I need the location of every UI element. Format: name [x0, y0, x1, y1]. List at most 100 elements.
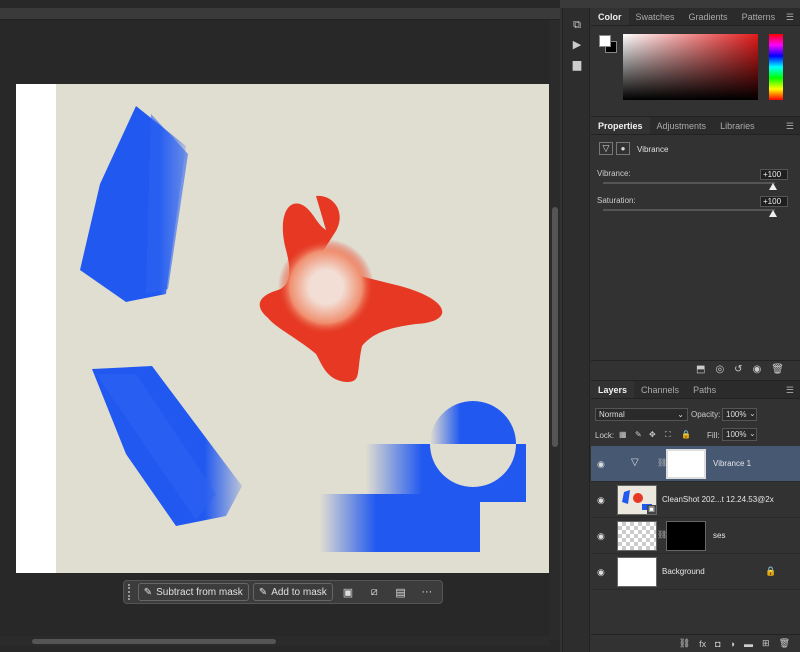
vibrance-slider-track[interactable]: [603, 182, 775, 184]
tab-layers[interactable]: Layers: [591, 381, 635, 398]
play-action-icon[interactable]: ▶: [570, 38, 584, 52]
eye-icon[interactable]: ◉: [597, 531, 605, 542]
eye-icon[interactable]: ◉: [597, 459, 605, 470]
hue-slider[interactable]: [769, 34, 783, 100]
opacity-value: 100%: [726, 410, 747, 419]
vibrance-row: Vibrance: +100: [597, 169, 788, 180]
layer-name[interactable]: Background: [662, 567, 705, 576]
layer-thumbnail[interactable]: [617, 557, 657, 587]
layer-mask-thumbnail[interactable]: [666, 521, 706, 551]
new-layer-icon[interactable]: ⊞: [762, 638, 770, 649]
tab-adjustments[interactable]: Adjustments: [650, 117, 714, 134]
drag-handle-icon[interactable]: [128, 584, 134, 600]
lock-image-icon[interactable]: ✎: [635, 430, 642, 439]
add-label: Add to mask: [271, 586, 327, 598]
tab-gradients[interactable]: Gradients: [682, 8, 735, 25]
layer-row-cleanshot[interactable]: ◉ ▣ CleanShot 202...t 12.24.53@2x: [591, 482, 800, 518]
mask-options-icon[interactable]: ▣: [337, 583, 359, 601]
layer-row-ses[interactable]: ◉ ⛓ ses: [591, 518, 800, 554]
eye-icon[interactable]: ◉: [597, 495, 605, 506]
mask-icon[interactable]: ●: [616, 142, 630, 155]
lock-position-icon[interactable]: ✥: [649, 430, 656, 439]
layer-row-background[interactable]: ◉ Background 🔒: [591, 554, 800, 590]
invert-mask-icon[interactable]: ⧄: [363, 583, 385, 601]
foreground-color-swatch[interactable]: [599, 35, 611, 47]
document-canvas[interactable]: [16, 84, 549, 573]
tab-properties[interactable]: Properties: [591, 117, 650, 134]
layer-name[interactable]: ses: [713, 531, 725, 540]
tab-color[interactable]: Color: [591, 8, 629, 25]
properties-footer: ⬒ ◎ ↺ ◉ 🗑: [591, 360, 800, 378]
saturation-value-input[interactable]: +100: [760, 196, 788, 207]
horizontal-scroll-thumb[interactable]: [32, 639, 276, 644]
panel-menu-icon[interactable]: ☰: [786, 12, 794, 23]
blue-half-circle: [430, 401, 516, 444]
vertical-scroll-thumb[interactable]: [552, 207, 558, 447]
adjustment-name: Vibrance: [637, 145, 669, 154]
visibility-icon[interactable]: ◉: [753, 364, 762, 375]
mask-settings-icon[interactable]: ▤: [389, 583, 411, 601]
subtract-from-mask-button[interactable]: ✎ Subtract from mask: [137, 583, 249, 601]
vibrance-slider-thumb[interactable]: [769, 183, 777, 190]
opacity-label: Opacity:: [691, 410, 721, 419]
adjustment-layer-icon[interactable]: ◑: [730, 639, 735, 649]
eye-icon[interactable]: ◉: [597, 567, 605, 578]
add-mask-icon[interactable]: ◘: [715, 639, 720, 649]
fx-icon[interactable]: fx: [699, 639, 706, 649]
chevron-down-icon[interactable]: ⌄: [749, 409, 756, 418]
comments-icon[interactable]: ▆: [570, 58, 584, 72]
smart-object-icon: ▣: [647, 505, 656, 514]
tab-swatches[interactable]: Swatches: [629, 8, 682, 25]
tab-patterns[interactable]: Patterns: [735, 8, 783, 25]
brush-icon: ✎: [143, 586, 153, 598]
trash-icon[interactable]: 🗑: [771, 364, 784, 375]
history-icon[interactable]: ⧉: [570, 18, 584, 32]
adjustment-layer-icon: ▽: [631, 457, 639, 468]
layers-panel-tabs: Layers Channels Paths ☰: [591, 381, 800, 399]
tab-paths[interactable]: Paths: [686, 381, 723, 398]
layer-thumbnail[interactable]: [617, 521, 657, 551]
link-layers-icon[interactable]: ⛓: [679, 638, 690, 649]
reset-icon[interactable]: ↺: [734, 364, 742, 375]
chevron-down-icon[interactable]: ⌄: [749, 429, 756, 438]
layers-panel: Layers Channels Paths ☰ Normal ⌄ Opacity…: [591, 380, 800, 652]
subtract-label: Subtract from mask: [156, 586, 243, 598]
view-previous-icon[interactable]: ◎: [715, 364, 724, 375]
clip-to-layer-icon[interactable]: ⬒: [696, 364, 705, 375]
tab-channels[interactable]: Channels: [634, 381, 686, 398]
blend-mode-value: Normal: [599, 410, 625, 419]
vibrance-value-input[interactable]: +100: [760, 169, 788, 180]
lock-icon[interactable]: 🔒: [765, 566, 776, 577]
layer-row-vibrance[interactable]: ◉ ▽ ⛓ Vibrance 1: [591, 446, 800, 482]
more-options-icon[interactable]: ···: [416, 583, 438, 601]
properties-panel-tabs: Properties Adjustments Libraries ☰: [591, 117, 800, 135]
blend-mode-select[interactable]: Normal ⌄: [595, 408, 688, 421]
panel-menu-icon[interactable]: ☰: [786, 385, 794, 396]
saturation-label: Saturation:: [597, 196, 636, 205]
add-to-mask-button[interactable]: ✎ Add to mask: [252, 583, 333, 601]
contextual-task-bar: ✎ Subtract from mask ✎ Add to mask ▣ ⧄ ▤…: [123, 580, 443, 604]
lock-transparent-icon[interactable]: ▦: [619, 430, 627, 439]
color-panel: Color Swatches Gradients Patterns ☰: [591, 8, 800, 115]
layer-mask-thumbnail[interactable]: [666, 449, 706, 479]
blue-rect-upper: [366, 444, 526, 502]
properties-panel: Properties Adjustments Libraries ☰ ▽ ● V…: [591, 116, 800, 378]
lock-artboard-icon[interactable]: ⛶: [665, 430, 671, 440]
panel-tool-strip: ⧉ ▶ ▆: [562, 8, 590, 652]
trash-icon[interactable]: 🗑: [779, 638, 790, 649]
brush-icon: ✎: [258, 586, 268, 598]
lock-all-icon[interactable]: 🔒: [681, 430, 691, 439]
panel-menu-icon[interactable]: ☰: [786, 121, 794, 132]
fill-value: 100%: [726, 430, 747, 439]
folder-icon[interactable]: ▬: [744, 639, 753, 649]
chevron-down-icon: ⌄: [677, 410, 684, 419]
tab-libraries[interactable]: Libraries: [713, 117, 762, 134]
layer-name[interactable]: Vibrance 1: [713, 459, 751, 468]
artwork: [80, 106, 526, 552]
saturation-slider-thumb[interactable]: [769, 210, 777, 217]
color-panel-tabs: Color Swatches Gradients Patterns ☰: [591, 8, 800, 26]
document-tab-bar: [0, 8, 560, 20]
color-picker-field[interactable]: [623, 34, 758, 100]
saturation-slider-track[interactable]: [603, 209, 775, 211]
layer-name[interactable]: CleanShot 202...t 12.24.53@2x: [662, 495, 774, 504]
